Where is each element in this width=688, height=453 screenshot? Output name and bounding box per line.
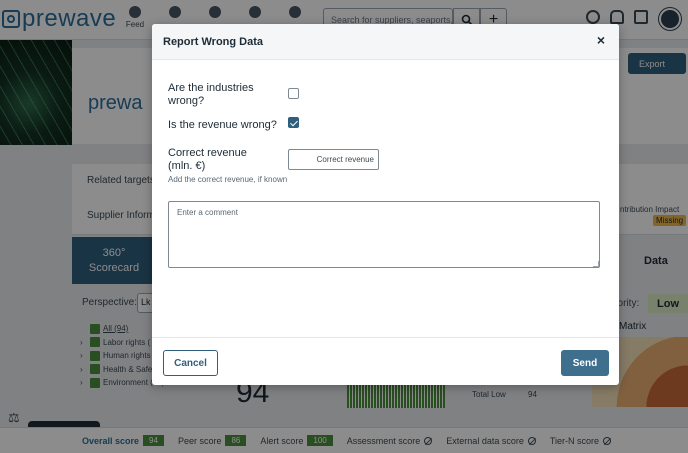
correct-revenue-input[interactable] [288, 149, 379, 170]
dialog-header: Report Wrong Data × [152, 24, 619, 60]
comment-textarea[interactable] [168, 201, 600, 268]
resize-handle-icon[interactable] [593, 261, 599, 267]
industries-wrong-label: Are the industries wrong? [168, 82, 254, 107]
dialog-footer: Cancel Send [152, 337, 619, 385]
industries-wrong-checkbox[interactable] [288, 88, 299, 99]
revenue-wrong-checkbox[interactable] [288, 117, 299, 128]
close-icon[interactable]: × [592, 31, 610, 49]
cancel-button[interactable]: Cancel [163, 350, 218, 376]
dialog-title: Report Wrong Data [163, 36, 264, 48]
correct-revenue-help: Add the correct revenue, if known [168, 175, 288, 184]
correct-revenue-label: Correct revenue (mln. €) [168, 147, 247, 172]
send-button[interactable]: Send [561, 350, 609, 376]
report-wrong-data-dialog: Report Wrong Data × Are the industries w… [152, 24, 619, 385]
revenue-wrong-label: Is the revenue wrong? [168, 119, 277, 131]
